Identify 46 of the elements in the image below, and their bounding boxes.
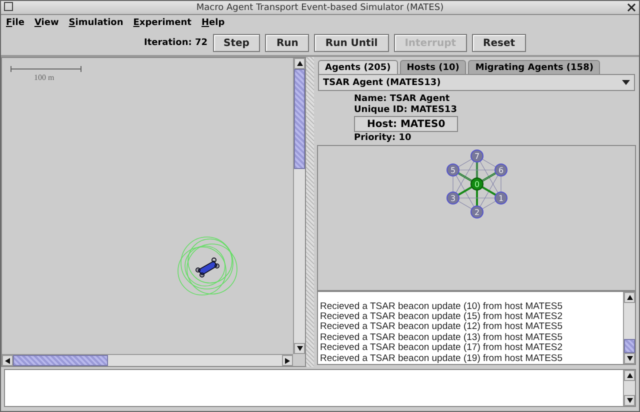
horizontal-scrollbar[interactable] — [2, 354, 293, 366]
host-button[interactable]: Host: MATES0 — [354, 116, 458, 132]
menu-item[interactable]: Help — [202, 18, 225, 28]
log-line: Recieved a TSAR beacon update (15) from host MATES2 — [320, 312, 564, 322]
scroll-right-arrow-icon[interactable] — [284, 358, 290, 364]
scroll-thumb[interactable] — [13, 355, 108, 366]
log-line: Recieved a TSAR beacon update (19) from host MATES5 — [320, 354, 564, 364]
tab[interactable]: Agents (205) — [318, 60, 398, 74]
tab[interactable]: Hosts (10) — [400, 60, 466, 74]
tab[interactable]: Migrating Agents (158) — [468, 60, 600, 74]
log-line: Recieved a TSAR beacon update (10) from host MATES5 — [320, 302, 564, 312]
scroll-thumb[interactable] — [294, 69, 305, 169]
scroll-up-arrow-icon[interactable] — [296, 60, 302, 66]
log-scrollbar[interactable] — [623, 292, 635, 364]
scroll-thumb[interactable] — [624, 339, 635, 353]
log-line: Recieved a TSAR beacon update (17) from host MATES2 — [320, 343, 564, 354]
window-menu-icon[interactable] — [4, 2, 13, 11]
window-title: Macro Agent Transport Event-based Simulator (MATES) — [196, 2, 444, 12]
toolbar-button[interactable]: Reset — [472, 34, 526, 52]
menu-item[interactable]: Experiment — [133, 18, 192, 28]
agent-dropdown[interactable]: TSAR Agent (MATES13) — [318, 74, 635, 91]
iteration-label: Iteration: 72 — [144, 38, 208, 48]
scroll-up-arrow-icon[interactable] — [626, 372, 632, 378]
scroll-down-arrow-icon[interactable] — [626, 398, 632, 404]
scroll-up-arrow-icon[interactable] — [626, 294, 632, 300]
menu-item[interactable]: File — [6, 18, 24, 28]
log-line: Recieved a TSAR beacon update (12) from host MATES5 — [320, 322, 564, 333]
agent-priority: Priority: 10 — [354, 133, 412, 143]
toolbar-button[interactable]: Run Until — [314, 34, 389, 52]
vertical-scrollbar[interactable] — [293, 58, 305, 354]
toolbar-button[interactable]: Step — [212, 34, 260, 52]
log-line: Recieved a TSAR beacon update (13) from host MATES5 — [320, 332, 564, 343]
scale-label: 100 m — [34, 73, 54, 82]
agent-name: Name: TSAR Agent — [354, 94, 450, 104]
caret-icon — [622, 80, 630, 85]
scroll-down-arrow-icon[interactable] — [626, 356, 632, 362]
toolbar-button[interactable]: Run — [265, 34, 310, 52]
scroll-down-arrow-icon[interactable] — [296, 346, 302, 352]
agent-id: Unique ID: MATES13 — [354, 105, 457, 115]
scale-bar-icon — [10, 66, 82, 72]
console-scrollbar[interactable] — [623, 370, 635, 406]
menu-item[interactable]: View — [34, 18, 59, 28]
menu-item[interactable]: Simulation — [68, 18, 124, 28]
scroll-left-arrow-icon[interactable] — [4, 358, 10, 364]
close-icon[interactable] — [627, 3, 636, 12]
network-graph-drawing: 7 5 6 0 3 1 2 — [446, 150, 507, 218]
